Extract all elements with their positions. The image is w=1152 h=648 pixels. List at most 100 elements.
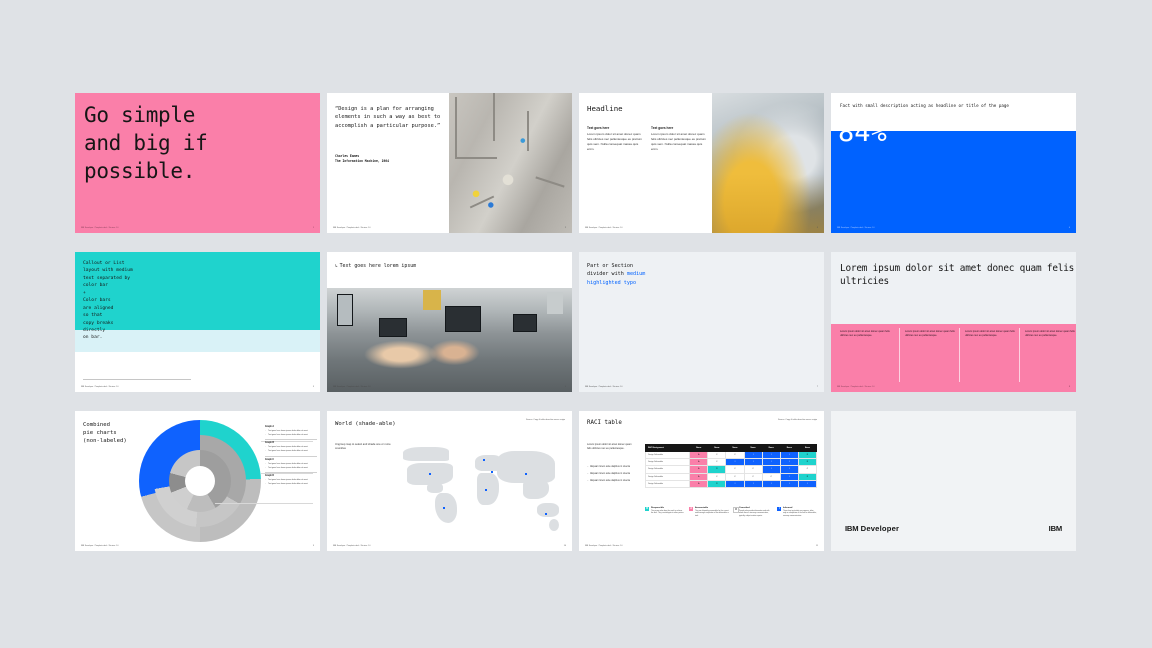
slide-thumbnail-endcard[interactable]: IBM Developer IBM xyxy=(831,411,1076,551)
legend-item: Text goes here lorem ipsum dolor dolor s… xyxy=(265,434,317,437)
slide-footnote: IBM Developer / Template deck / Version … xyxy=(837,226,875,229)
legend-group: Graph C Text goes here lorem ipsum dolor… xyxy=(265,458,317,473)
slide-thumbnail-photo-caption[interactable]: ↳ Text goes here lorem ipsum IBM Develope… xyxy=(327,252,572,392)
legend-item: Text goes here lorem ipsum dolor dolor s… xyxy=(265,450,317,453)
slide-footnote: IBM Developer / Template deck / Version … xyxy=(333,385,371,388)
developer-wordmark: Developer xyxy=(860,524,900,533)
callout-text: Callout or List layout with medium text … xyxy=(83,261,133,341)
highlighted-line: highlighted typo xyxy=(587,279,637,286)
raci-title: RACI table xyxy=(587,420,622,426)
column-heading: Text goes here xyxy=(587,126,610,130)
map-marker xyxy=(429,473,432,476)
raci-cell: R xyxy=(797,472,818,481)
raci-key-badge: R xyxy=(645,507,650,512)
pie-chart-legend: Graph A Text goes here lorem ipsum dolor… xyxy=(265,423,317,486)
raci-cell: I xyxy=(743,479,763,488)
raci-cell: R xyxy=(797,458,818,467)
raci-cell: C xyxy=(725,450,745,460)
legend-group-title: Graph B xyxy=(265,442,275,445)
quote-photo xyxy=(449,93,572,233)
raci-cell: I xyxy=(779,479,799,488)
raci-cell: I xyxy=(779,450,799,460)
slide-thumbnail-fact[interactable]: Fact with small description acting as he… xyxy=(831,93,1076,233)
raci-legend: R Responsible The person who does the wo… xyxy=(645,507,817,517)
slide-thumbnail-headline[interactable]: Headline Text goes here Lorem ipsum dolo… xyxy=(579,93,824,233)
legend-item: Text goes here lorem ipsum dolor dolor s… xyxy=(265,467,317,470)
map-marker xyxy=(525,473,528,476)
slide-page-number: 10 xyxy=(563,545,566,547)
row-label: Design Deliverable xyxy=(644,465,691,474)
raci-lead-text: Lorem ipsum dolor sit amet donec quam fe… xyxy=(587,443,632,451)
legend-group: Graph D Text goes here lorem ipsum dolor… xyxy=(265,475,317,486)
raci-cell: I xyxy=(761,465,781,474)
photo-caption: ↳ Text goes here lorem ipsum xyxy=(335,263,417,269)
raci-key-body: Those kept up-to-date on progress, often… xyxy=(783,510,817,517)
list-item: Aliquam lorem ante dapibus in viverra xyxy=(587,472,635,476)
table-header-row: RACI Assignment Name Name Name Name Name… xyxy=(644,444,818,452)
quote-attribution: Charles Eames The Information Machine, 1… xyxy=(335,154,443,164)
fact-stat: 84% xyxy=(838,117,887,148)
column-header: Name xyxy=(761,444,781,452)
raci-cell: A xyxy=(689,479,709,488)
column-header: Name xyxy=(707,444,727,452)
slide-page-number: 11 xyxy=(815,545,818,547)
column-body: Lorem ipsum dolor sit amet donec quam fe… xyxy=(587,132,642,151)
raci-cell: C xyxy=(797,465,818,474)
slide-page-number: 5 xyxy=(312,386,314,388)
raci-cell: C xyxy=(725,465,745,474)
legend-group-title: Graph D xyxy=(265,475,275,478)
lorem-column: Lorem ipsum dolor sit amet donec quam fe… xyxy=(1025,330,1075,338)
headline-photo xyxy=(712,93,824,233)
raci-cell: I xyxy=(779,472,799,481)
donut-center-hole xyxy=(185,466,215,496)
legend-item: Text goes here lorem ipsum dolor dolor s… xyxy=(265,479,317,482)
world-map[interactable] xyxy=(397,441,567,536)
slide-footnote: IBM Developer / Template deck / Version … xyxy=(81,544,119,547)
raci-cell: C xyxy=(743,465,763,474)
raci-cell: A xyxy=(689,472,709,481)
raci-cell: C xyxy=(707,450,727,460)
raci-key-badge: A xyxy=(689,507,694,512)
slide-thumbnail-world-map[interactable]: World (shade-able) Source: Copy & table … xyxy=(327,411,572,551)
raci-key-badge: C xyxy=(733,507,740,514)
column-body: Lorem ipsum dolor sit amet donec quam fe… xyxy=(651,132,706,151)
slide-footnote: IBM Developer / Template deck / Version … xyxy=(81,226,119,229)
slide-title-go-simple: Go simple and big if possible. xyxy=(84,103,208,183)
source-note: Source: Copy & table describe source ori… xyxy=(525,419,565,421)
quote-text: “Design is a plan for arranging elements… xyxy=(335,106,441,129)
raci-cell: I xyxy=(761,458,781,467)
table-corner-header: RACI Assignment xyxy=(644,444,691,452)
slide-footnote: IBM Developer / Template deck / Version … xyxy=(585,226,623,229)
table-row: Design Deliverable A C C I I I R xyxy=(644,450,818,460)
legend-item: Text goes here lorem ipsum dolor dolor s… xyxy=(265,446,317,449)
raci-cell: I xyxy=(779,465,799,474)
raci-cell: I xyxy=(797,479,818,488)
list-item: Aliquam lorem ante dapibus in viverra xyxy=(587,465,635,469)
ibm-wordmark: IBM xyxy=(845,524,859,533)
column-header: Name xyxy=(797,444,818,452)
lorem-column: Lorem ipsum dolor sit amet donec quam fe… xyxy=(905,330,955,338)
slide-thumbnail-callout[interactable]: Callout or List layout with medium text … xyxy=(75,252,320,392)
slide-thumbnail-section-divider[interactable]: Part or Section divider with medium high… xyxy=(579,252,824,392)
section-divider-text: Part or Section divider with medium high… xyxy=(587,263,646,286)
slide-page-number: 6 xyxy=(564,386,566,388)
slide-thumbnail-raci-table[interactable]: RACI table Source: Copy & table describe… xyxy=(579,411,824,551)
table-row: Design Deliverable A R C C I I C xyxy=(644,465,818,474)
table-row: Design Deliverable A C I I I I R xyxy=(644,458,818,467)
raci-cell: A xyxy=(689,458,709,467)
slide-page-number: 9 xyxy=(312,545,314,547)
legend-group-title: Graph C xyxy=(265,458,275,461)
raci-legend-item: A Accountable The one ultimately answera… xyxy=(689,507,729,517)
world-map-title: World (shade-able) xyxy=(335,421,396,427)
slide-thumbnail-lorem-columns[interactable]: Lorem ipsum dolor sit amet donec quam fe… xyxy=(831,252,1076,392)
raci-legend-item: C Consulted People who provide informati… xyxy=(733,507,773,517)
slide-page-number: 8 xyxy=(1068,386,1070,388)
slide-thumbnail-pie-charts[interactable]: Combined pie charts (non-labeled) Graph A … xyxy=(75,411,320,551)
raci-cell: R xyxy=(797,450,818,460)
slide-thumbnail-quote[interactable]: “Design is a plan for arranging elements… xyxy=(327,93,572,233)
slide-thumbnail-go-simple[interactable]: Go simple and big if possible. IBM Devel… xyxy=(75,93,320,233)
slide-page-number: 3 xyxy=(816,227,818,229)
raci-legend-item: I Informed Those kept up-to-date on prog… xyxy=(777,507,817,517)
column-header: Name xyxy=(779,444,799,452)
raci-matrix-table: RACI Assignment Name Name Name Name Name… xyxy=(644,444,818,488)
